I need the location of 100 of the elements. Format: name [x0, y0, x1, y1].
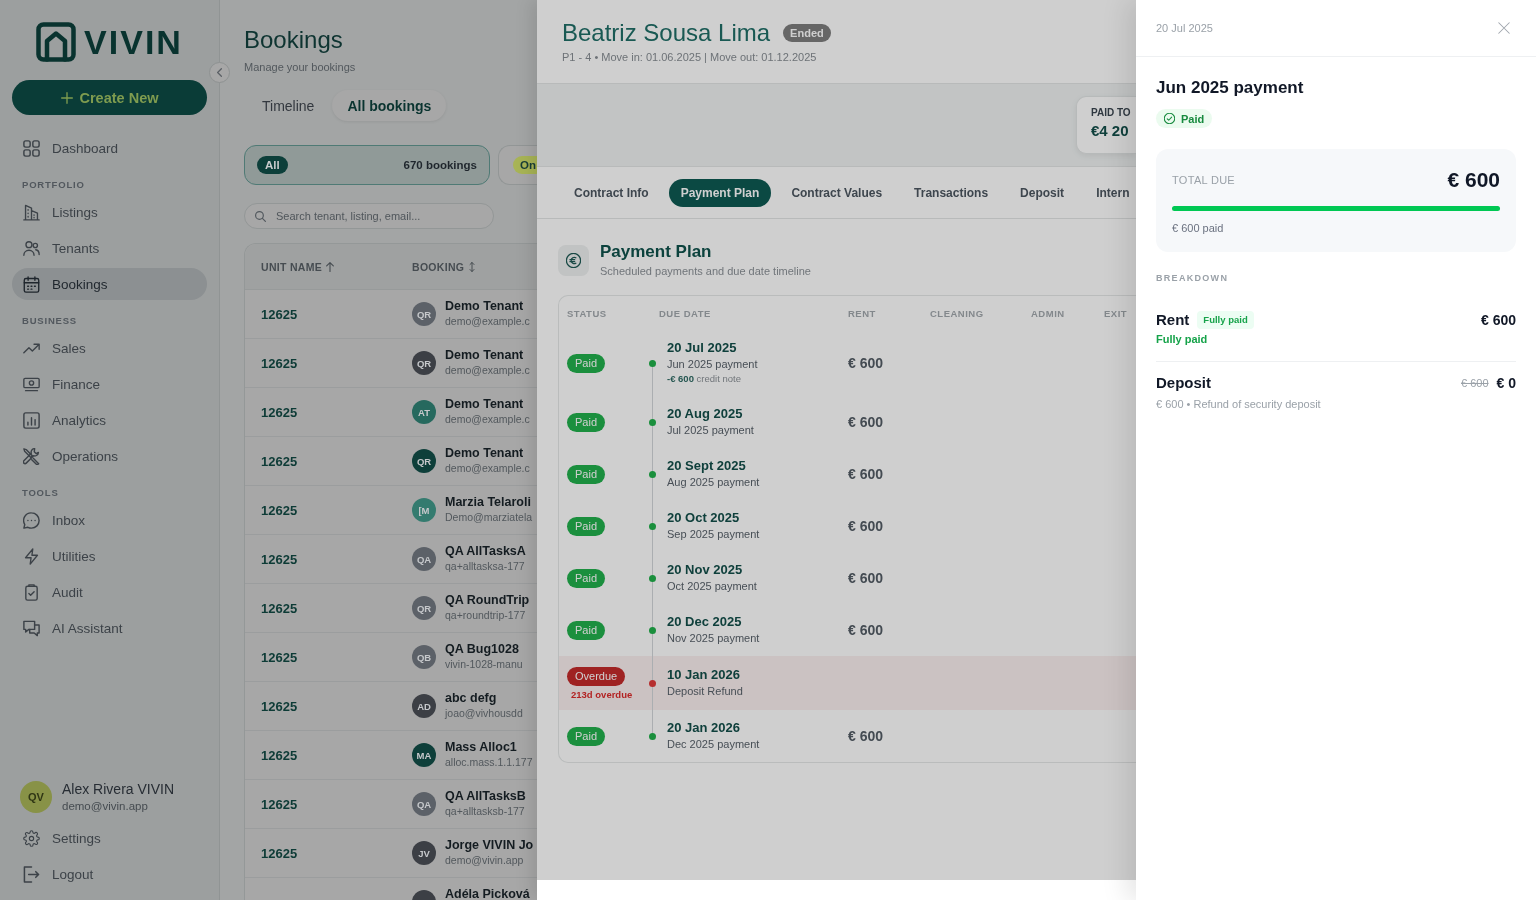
rent-amount: € 600 [848, 518, 884, 534]
column-header: ADMIN [1030, 307, 1066, 319]
close-icon [1498, 22, 1510, 34]
settings-icon [23, 829, 40, 847]
unit-cell-text: 12625 [260, 747, 299, 763]
rent-amount: € 600 [848, 355, 884, 371]
tab[interactable]: Payment Plan [668, 178, 772, 207]
nav-section-heading: PORTFOLIO [21, 178, 86, 192]
column-header: DUE DATE [658, 307, 712, 319]
avatar: JV [412, 841, 436, 865]
tenant-email: qa+alltasksb-177 [445, 804, 526, 819]
column-header[interactable]: UNIT NAME [245, 260, 412, 273]
tab[interactable]: Transactions [902, 178, 1001, 207]
tenant-email: alloc.mass.1.1.177 [445, 755, 533, 770]
payment-description: Jul 2025 payment [667, 423, 754, 438]
bar-chart-icon [23, 411, 40, 429]
avatar: QR [412, 449, 436, 473]
check-circle-icon [1164, 113, 1175, 124]
create-new-button[interactable]: Create New [12, 80, 207, 115]
unit-cell-text: 12625 [260, 698, 299, 714]
grid-icon [23, 139, 40, 157]
section-heading: BREAKDOWN [1156, 272, 1230, 284]
tenant-email: qa+roundtrip-177 [445, 608, 527, 623]
payment-description: Deposit Refund [667, 684, 743, 699]
avatar: AD [412, 694, 436, 718]
line-item-description: € 600 • Refund of security deposit [1156, 397, 1321, 411]
payment-description: Jun 2025 payment [667, 357, 758, 372]
unit-cell-text: 12625 [260, 551, 299, 567]
page-subtitle: Manage your bookings [244, 60, 357, 74]
tenant-email: demo@vivin.app [445, 853, 525, 868]
nav-item[interactable]: Finance [12, 368, 207, 400]
nav-item[interactable]: Dashboard [12, 132, 207, 164]
line-item-amount: € 0 [1496, 375, 1516, 391]
nav-item[interactable]: Audit [12, 576, 207, 608]
tenant-email: qa+alltasksa-177 [445, 559, 526, 574]
original-amount: € 600 [1461, 377, 1489, 389]
column-header: EXIT [1103, 307, 1129, 319]
nav-item[interactable]: Tenants [12, 232, 207, 264]
line-item-name: Rent [1156, 310, 1190, 330]
filter-chip[interactable]: All 670 bookings [244, 145, 490, 185]
paid-amount: € 600 paid [1172, 221, 1225, 235]
avatar: MA [412, 743, 436, 767]
tenant-name: Marzia Telaroli [445, 494, 532, 510]
filter-chip[interactable]: On [498, 145, 537, 185]
logo-text: VIVIN [84, 22, 183, 62]
unit-cell-text: 12625 [260, 306, 299, 322]
unit-cell-text: 12625 [260, 600, 299, 616]
unit-cell-text: 12625 [260, 845, 299, 861]
view-tab[interactable]: All bookings [332, 90, 447, 121]
tools-icon [23, 447, 40, 465]
collapse-sidebar-button[interactable] [209, 62, 230, 83]
tenant-name: abc defg [445, 690, 498, 706]
avatar: QR [412, 351, 436, 375]
nav-section-heading: TOOLS [21, 486, 60, 500]
user-name: Alex Rivera VIVIN [62, 780, 175, 798]
nav-item[interactable]: Operations [12, 440, 207, 472]
status-tag: All [257, 156, 288, 174]
column-header[interactable]: BOOKING [412, 260, 477, 273]
tab[interactable]: Contract Values [779, 178, 895, 207]
tenant-email: vivin-1028-manu [445, 657, 523, 672]
chat-bubbles-icon [23, 619, 40, 637]
avatar: QR [412, 596, 436, 620]
nav-item[interactable]: Bookings [12, 268, 207, 300]
nav-item[interactable]: AI Assistant [12, 612, 207, 644]
payment-status-text: Fully paid [1156, 332, 1209, 346]
tenant-name: QA AllTasksA [445, 543, 526, 559]
sidebar-link[interactable]: Settings [12, 822, 207, 854]
section-subtitle: Scheduled payments and due date timeline [600, 264, 811, 278]
status-pill: Paid [567, 353, 606, 373]
tab[interactable]: Deposit [1008, 178, 1077, 207]
view-tab[interactable]: Timeline [244, 90, 333, 121]
tab[interactable]: Contract Info [562, 178, 661, 207]
tab[interactable]: Intern [1084, 178, 1131, 207]
sidebar-link[interactable]: Logout [12, 858, 207, 890]
avatar: QA [412, 547, 436, 571]
nav-item[interactable]: Analytics [12, 404, 207, 436]
nav-item[interactable]: Sales [12, 332, 207, 364]
nav-item[interactable]: Utilities [12, 540, 207, 572]
tenant-email: joao@vivhousdd [445, 706, 523, 721]
close-button[interactable] [1498, 22, 1510, 34]
nav-item[interactable]: Inbox [12, 504, 207, 536]
chevron-left-icon [217, 68, 222, 77]
due-date: 20 Jan 2026 [667, 720, 741, 736]
overdue-text: 213d overdue [570, 688, 633, 700]
payment-description: Dec 2025 payment [667, 737, 760, 752]
user-email: demo@vivin.app [62, 799, 149, 814]
plus-icon [60, 91, 73, 104]
page-title: Bookings [244, 26, 344, 54]
due-date: 20 Sept 2025 [667, 458, 747, 474]
tenant-name: Demo Tenant [445, 396, 525, 412]
logout-icon [23, 865, 40, 883]
banknote-icon [23, 375, 40, 393]
search-field[interactable]: Search tenant, listing, email... [244, 203, 494, 229]
building-icon [23, 203, 40, 221]
tenant-name: QA Bug1028 [445, 641, 520, 657]
line-item-amount: € 600 [1480, 312, 1516, 328]
euro-icon [558, 244, 589, 276]
nav-item[interactable]: Listings [12, 196, 207, 228]
tenant-name: Jorge VIVIN Jo [445, 837, 534, 853]
unit-cell-text: 12625 [260, 355, 299, 371]
